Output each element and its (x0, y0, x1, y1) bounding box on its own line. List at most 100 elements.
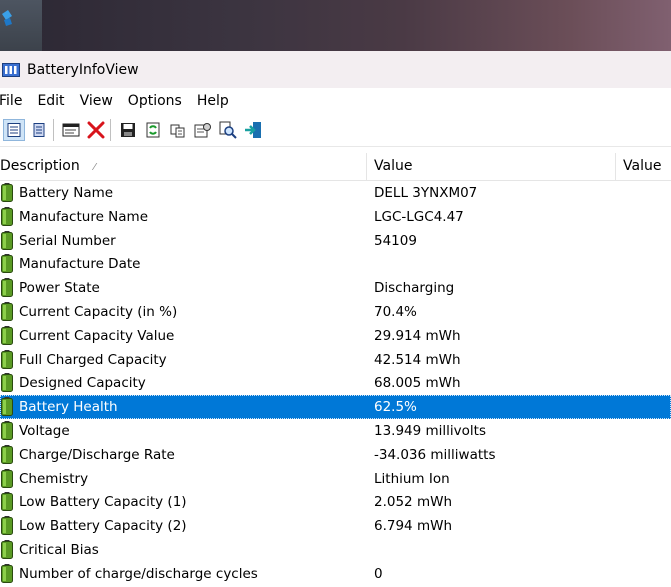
column-header-value[interactable]: Value (374, 153, 614, 180)
desktop-shortcut[interactable] (0, 0, 42, 51)
menu-edit[interactable]: Edit (37, 93, 64, 109)
column-header-label: Description (0, 158, 80, 174)
column-header-description[interactable]: Description ⁄ (0, 153, 367, 180)
menu-file[interactable]: File (0, 93, 22, 109)
list-item[interactable]: Power State Discharging (0, 276, 671, 300)
properties-button[interactable] (192, 119, 214, 141)
list-item[interactable]: Manufacture Date (0, 252, 671, 276)
list-item[interactable]: Current Capacity (in %) 70.4% (0, 300, 671, 324)
battery-icon (1, 492, 13, 512)
battery-icon (1, 373, 13, 393)
item-value: 2.052 mWh (374, 494, 452, 511)
list-item[interactable]: Charge/Discharge Rate -34.036 milliwatts (0, 443, 671, 467)
item-value: 0 (374, 565, 383, 582)
list-item[interactable]: Voltage 13.949 millivolts (0, 419, 671, 443)
exit-button[interactable] (242, 119, 264, 141)
item-description: Manufacture Name (19, 208, 149, 225)
column-header-label: Value (623, 158, 662, 174)
list-item[interactable]: Current Capacity Value 29.914 mWh (0, 324, 671, 348)
column-header-label: Value (374, 158, 413, 174)
battery-icon (1, 254, 13, 274)
find-icon (219, 121, 237, 139)
menu-bar: File Edit View Options Help (0, 88, 671, 114)
item-value: 42.514 mWh (374, 351, 461, 368)
battery-icon (1, 325, 13, 345)
delete-icon (87, 121, 105, 139)
copy-icon (170, 124, 185, 138)
window-title: BatteryInfoView (27, 61, 139, 78)
battery-icon (1, 444, 13, 464)
item-description: Full Charged Capacity (19, 351, 167, 368)
item-description: Power State (19, 280, 100, 297)
list-view-icon (33, 123, 45, 137)
menu-options[interactable]: Options (128, 93, 182, 109)
item-value: 62.5% (374, 399, 417, 416)
battery-icon (1, 539, 13, 559)
list-item[interactable]: Manufacture Name LGC-LGC4.47 (0, 205, 671, 229)
toolbar-separator (110, 119, 111, 141)
item-description: Low Battery Capacity (2) (19, 518, 187, 535)
list-item[interactable]: Number of charge/discharge cycles 0 (0, 562, 671, 586)
item-value: 13.949 millivolts (374, 422, 487, 439)
battery-icon (1, 468, 13, 488)
item-value: -34.036 milliwatts (374, 446, 496, 463)
list-header: Description ⁄ Value Value (0, 153, 671, 181)
log-window-button[interactable] (60, 119, 82, 141)
list-item[interactable]: Low Battery Capacity (1) 2.052 mWh (0, 490, 671, 514)
properties-icon (194, 123, 211, 138)
list-item[interactable]: Critical Bias (0, 538, 671, 562)
item-value: 68.005 mWh (374, 375, 461, 392)
refresh-button[interactable] (142, 119, 164, 141)
battery-icon (1, 183, 13, 202)
copy-button[interactable] (167, 119, 189, 141)
title-bar[interactable]: BatteryInfoView (0, 51, 671, 88)
list-item[interactable]: Serial Number 54109 (0, 229, 671, 253)
details-view-icon (7, 123, 21, 137)
battery-icon (1, 349, 13, 369)
list-item[interactable]: Battery Health 62.5% (0, 395, 671, 419)
item-value: 6.794 mWh (374, 518, 452, 535)
menu-view[interactable]: View (80, 93, 113, 109)
item-description: Critical Bias (19, 541, 99, 558)
battery-icon (1, 278, 13, 298)
item-description: Voltage (19, 422, 70, 439)
save-button[interactable] (117, 119, 139, 141)
list-item[interactable]: Battery Name DELL 3YNXM07 (0, 181, 671, 205)
list-item[interactable]: Full Charged Capacity 42.514 mWh (0, 348, 671, 372)
battery-icon (1, 516, 13, 536)
toolbar (0, 114, 671, 147)
list-item[interactable]: Low Battery Capacity (2) 6.794 mWh (0, 514, 671, 538)
exit-icon (245, 122, 261, 138)
item-value: LGC-LGC4.47 (374, 208, 464, 225)
battery-icon (1, 206, 13, 226)
list-item[interactable]: Designed Capacity 68.005 mWh (0, 371, 671, 395)
sort-ascending-icon: ⁄ (93, 162, 96, 173)
desktop-background (0, 0, 671, 51)
delete-button[interactable] (85, 119, 107, 141)
item-description: Current Capacity (in %) (19, 303, 178, 320)
details-view-button[interactable] (3, 119, 25, 141)
item-value: 29.914 mWh (374, 327, 461, 344)
battery-icon (1, 420, 13, 440)
column-header-value-2[interactable]: Value (623, 153, 661, 180)
column-divider[interactable] (615, 153, 616, 180)
list-view-button[interactable] (28, 119, 50, 141)
item-description: Low Battery Capacity (1) (19, 494, 187, 511)
item-value: DELL 3YNXM07 (374, 185, 478, 201)
app-icon (2, 62, 20, 77)
battery-info-list: Battery Name DELL 3YNXM07 Manufacture Name… (0, 181, 671, 586)
battery-icon (1, 230, 13, 250)
toolbar-separator (53, 119, 54, 141)
log-window-icon (62, 123, 80, 137)
item-description: Manufacture Date (19, 256, 141, 273)
save-icon (121, 123, 135, 137)
battery-icon (1, 397, 13, 417)
list-item[interactable]: Chemistry Lithium Ion (0, 467, 671, 491)
battery-icon (1, 301, 13, 321)
item-value: Lithium Ion (374, 470, 450, 487)
menu-help[interactable]: Help (197, 93, 229, 109)
item-value: 54109 (374, 232, 417, 249)
recycle-bin-icon (2, 10, 12, 26)
find-button[interactable] (217, 119, 239, 141)
refresh-icon (146, 122, 160, 138)
